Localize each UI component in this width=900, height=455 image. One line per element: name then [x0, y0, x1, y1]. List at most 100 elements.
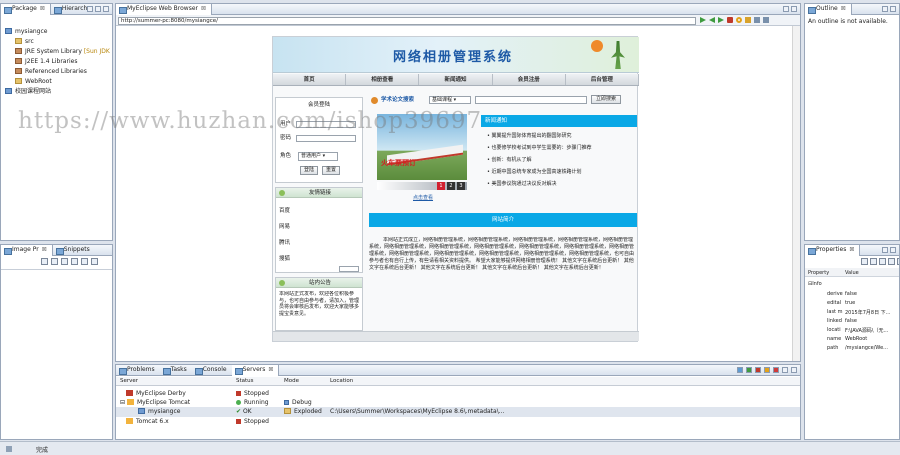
slide-page-2[interactable]: 2 [447, 182, 455, 190]
back-icon[interactable] [709, 17, 715, 23]
minimize-icon[interactable] [882, 247, 888, 253]
slide-page-3[interactable]: 3 [457, 182, 465, 190]
image-preview-pane: Image Pr ⊠ Snippets [0, 244, 113, 440]
slide-show[interactable]: 火车票预订 [377, 114, 467, 180]
nav-admin[interactable]: 后台管理 [566, 74, 640, 85]
link-item[interactable]: 网易 [279, 224, 290, 231]
tab-servers[interactable]: Servers ⊠ [231, 365, 280, 376]
slide-page-1[interactable]: 1 [437, 182, 445, 190]
tab-web-browser[interactable]: MyEclipse Web Browser ⊠ [116, 4, 213, 15]
role-select[interactable]: 普通用户 ▾ [298, 152, 338, 161]
maximize-icon[interactable] [791, 367, 797, 373]
nav-news[interactable]: 新闻通知 [419, 74, 493, 85]
maximize-icon[interactable] [103, 6, 109, 12]
tab-package-explorer[interactable]: Package ⊠ [1, 4, 51, 15]
tree-item-j2ee[interactable]: J2EE 1.4 Libraries [15, 58, 77, 65]
news-item[interactable]: • 创新：有机从了解 [487, 156, 532, 163]
prop-value[interactable]: WebRoot [845, 336, 867, 342]
forward-icon[interactable] [718, 17, 724, 23]
minimize-icon[interactable] [95, 6, 101, 12]
tree-item-project[interactable]: mysiangce [5, 28, 47, 35]
user-label: 用户 [280, 121, 292, 127]
vertical-scrollbar[interactable] [792, 26, 800, 361]
tree-item-src[interactable]: src [15, 38, 34, 45]
tab-image-preview[interactable]: Image Pr ⊠ [1, 245, 53, 256]
col-status[interactable]: Status [236, 378, 254, 384]
username-input[interactable] [296, 121, 356, 128]
publish-icon[interactable] [764, 367, 770, 373]
login-button[interactable]: 登陆 [300, 166, 318, 175]
search-input[interactable] [475, 96, 587, 104]
zoom-fit-icon[interactable] [61, 258, 68, 265]
search-button[interactable]: 立即搜索 [591, 95, 621, 104]
link-item[interactable]: 腾讯 [279, 240, 290, 247]
prop-value[interactable]: /mysiangce/We... [845, 345, 888, 351]
stop-server-icon[interactable] [755, 367, 761, 373]
library-icon [15, 58, 22, 64]
server-row-selected[interactable]: mysiangce ✔ OK Exploded C:\Users\Summer\… [116, 407, 800, 417]
nav-register[interactable]: 会员注册 [493, 74, 566, 85]
tab-console[interactable]: Console [192, 365, 232, 376]
prop-value[interactable]: false [845, 318, 857, 324]
col-server[interactable]: Server [120, 378, 138, 384]
prop-value[interactable]: false [845, 291, 857, 297]
status-bar: 完成 [0, 441, 900, 455]
minimize-icon[interactable] [882, 6, 888, 12]
maximize-icon[interactable] [890, 247, 896, 253]
refresh-icon[interactable] [736, 17, 742, 23]
go-icon[interactable] [700, 17, 706, 23]
browser-menu-icon[interactable] [763, 17, 769, 23]
search-category-select[interactable]: 基础课程 ▾ [429, 96, 471, 104]
server-row[interactable]: Tomcat 6.x Stopped [116, 417, 800, 427]
tab-properties[interactable]: Properties ⊠ [805, 245, 861, 256]
links-select[interactable] [339, 266, 359, 272]
prop-value[interactable]: 2015年7月8日 下... [845, 309, 890, 316]
start-server-icon[interactable] [746, 367, 752, 373]
url-input[interactable]: http://summer-pc:8080/mysiangce/ [118, 17, 696, 25]
prop-value[interactable]: F:\JAVA源码\（无... [845, 327, 888, 334]
minimize-icon[interactable] [783, 6, 789, 12]
news-item[interactable]: • 也要修学校考试到中学生需要的：步骤门推荐 [487, 144, 592, 151]
news-item[interactable]: • 近期中国总统专家成为全国高速铁路计划 [487, 168, 582, 175]
tab-problems[interactable]: Problems [116, 365, 160, 376]
login-heading: 会员登陆 [308, 102, 331, 108]
background-icon[interactable] [81, 258, 88, 265]
slide-link[interactable]: 点击查看 [413, 195, 433, 202]
reset-button[interactable]: 重置 [322, 166, 340, 175]
link-item[interactable]: 搜狐 [279, 256, 290, 263]
zoom-out-icon[interactable] [51, 258, 58, 265]
settings-icon[interactable] [91, 258, 98, 265]
password-input[interactable] [296, 135, 356, 142]
tree-item-project-2[interactable]: 校园课程网站 [5, 88, 51, 95]
advanced-icon[interactable] [879, 258, 886, 265]
collapse-all-icon[interactable] [87, 6, 93, 12]
maximize-icon[interactable] [791, 6, 797, 12]
remove-icon[interactable] [773, 367, 779, 373]
col-mode[interactable]: Mode [284, 378, 299, 384]
minimize-icon[interactable] [782, 367, 788, 373]
print-icon[interactable] [754, 17, 760, 23]
tab-tasks[interactable]: Tasks [160, 365, 192, 376]
link-item[interactable]: 百度 [279, 208, 290, 215]
maximize-icon[interactable] [890, 6, 896, 12]
tab-snippets[interactable]: Snippets [53, 245, 95, 256]
tab-outline[interactable]: Outline ⊠ [805, 4, 852, 15]
col-location[interactable]: Location [330, 378, 353, 384]
outline-message: An outline is not available. [808, 18, 888, 25]
news-item[interactable]: • 翼翼提升国际体育提出的翻国际研究 [487, 132, 572, 139]
tree-item-referenced[interactable]: Referenced Libraries [15, 68, 87, 75]
zoom-actual-icon[interactable] [71, 258, 78, 265]
prop-value[interactable]: true [845, 300, 855, 306]
tree-item-webroot[interactable]: WebRoot [15, 78, 52, 85]
nav-albums[interactable]: 相册查看 [346, 74, 420, 85]
restore-default-icon[interactable] [888, 258, 895, 265]
news-item[interactable]: • 美国参议院通过决议反对解决 [487, 180, 557, 187]
stop-icon[interactable] [727, 17, 733, 23]
nav-home[interactable]: 首页 [273, 74, 347, 85]
home-icon[interactable] [745, 17, 751, 23]
tree-item-jre[interactable]: JRE System Library [Sun JDK [15, 48, 110, 55]
zoom-in-icon[interactable] [41, 258, 48, 265]
categories-icon[interactable] [861, 258, 868, 265]
filter-icon[interactable] [870, 258, 877, 265]
debug-server-icon[interactable] [737, 367, 743, 373]
